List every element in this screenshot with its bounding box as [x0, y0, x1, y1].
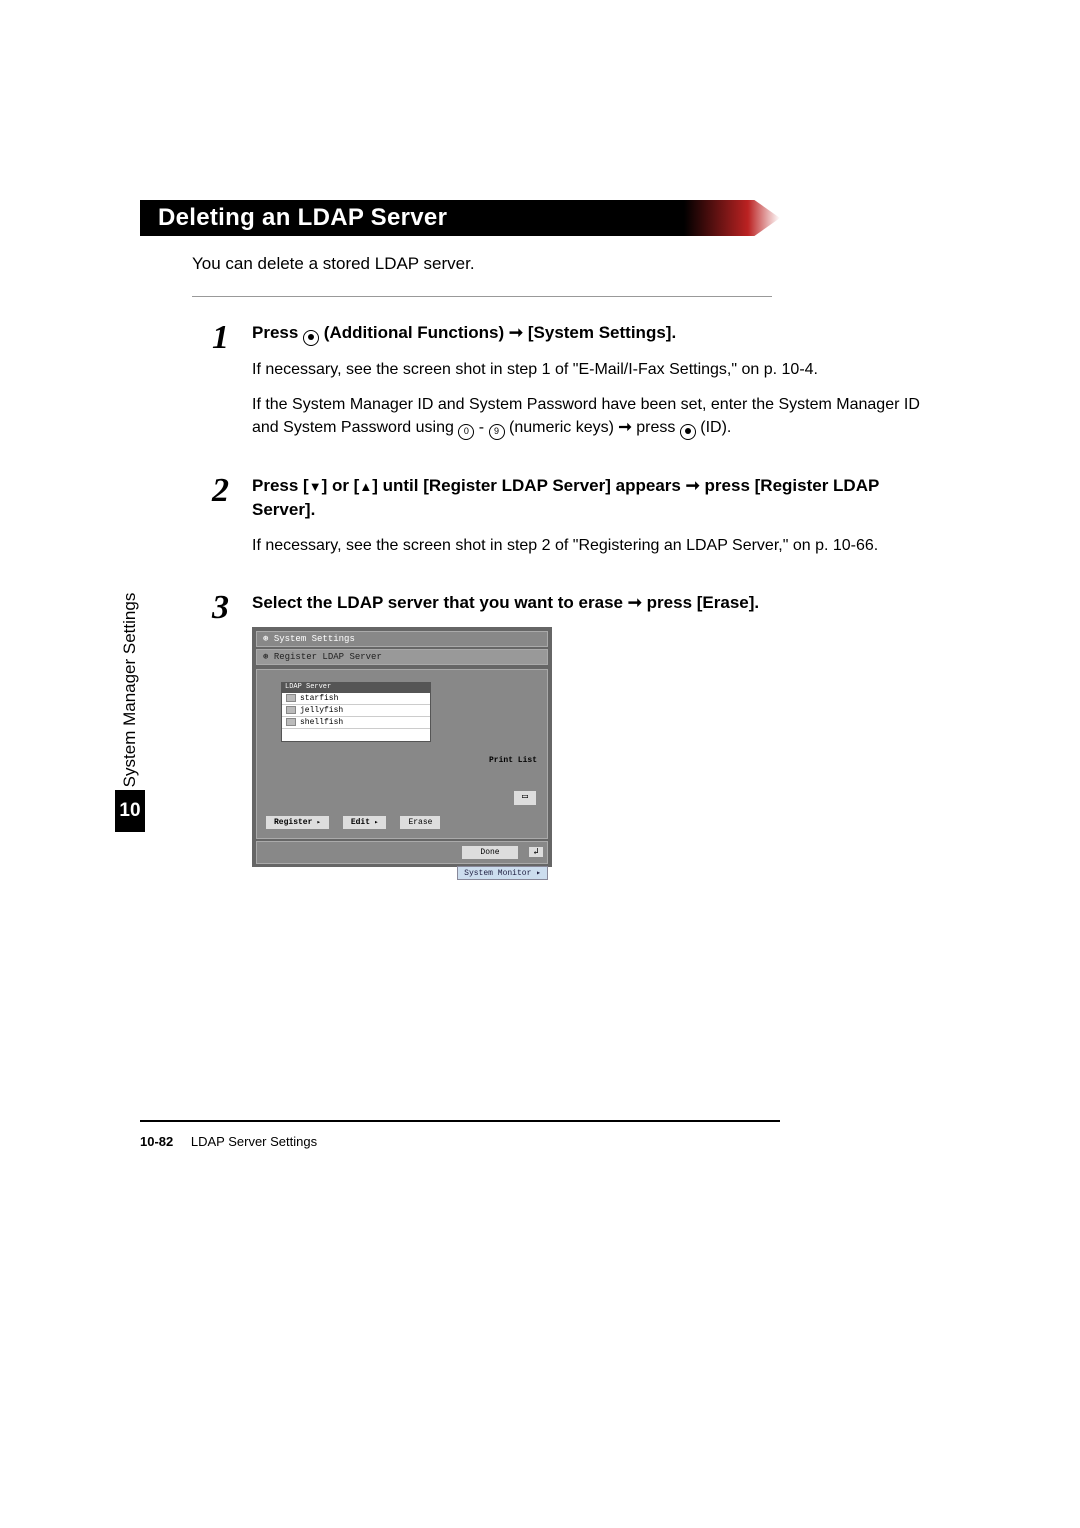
arrow-icon: ➞	[686, 476, 700, 495]
step-number: 1	[212, 321, 252, 452]
section-heading: Deleting an LDAP Server	[140, 200, 780, 236]
t: starfish	[300, 694, 338, 703]
t: jellyfish	[300, 706, 343, 715]
separator	[192, 296, 772, 297]
list-item-empty	[282, 729, 430, 741]
arrow-icon: ➞	[618, 419, 631, 436]
system-monitor-button[interactable]: System Monitor ▸	[457, 866, 548, 880]
id-key-icon	[680, 424, 696, 440]
page-number: 10-82	[140, 1134, 173, 1149]
t: shellfish	[300, 718, 343, 727]
step-body: Select the LDAP server that you want to …	[252, 591, 940, 877]
edit-button[interactable]: Edit	[342, 815, 388, 830]
footer-rule	[140, 1120, 780, 1122]
step-1-note-1: If necessary, see the screen shot in ste…	[252, 358, 930, 381]
list-item[interactable]: jellyfish	[282, 705, 430, 717]
step-1: 1 Press (Additional Functions) ➞ [System…	[212, 321, 940, 452]
t: ] or [	[322, 476, 360, 495]
ss-subtitle: ⊛ Register LDAP Server	[256, 649, 548, 665]
ss-list-label: LDAP Server	[281, 682, 431, 692]
t: [System Settings].	[528, 323, 676, 342]
erase-button[interactable]: Erase	[399, 815, 441, 830]
numeric-key-9-icon: 9	[489, 424, 505, 440]
print-list-button[interactable]: ▭	[513, 790, 537, 806]
step-1-note-2: If the System Manager ID and System Pass…	[252, 393, 930, 440]
ss-panel: LDAP Server starfish jellyfish shellfish…	[256, 669, 548, 839]
side-tab: System Manager Settings 10	[115, 580, 141, 860]
return-icon[interactable]: ↲	[528, 846, 544, 858]
t: press	[636, 419, 680, 436]
list-item[interactable]: shellfish	[282, 717, 430, 729]
page-content: Deleting an LDAP Server You can delete a…	[140, 200, 940, 899]
step-number: 2	[212, 474, 252, 569]
up-triangle-icon: ▲	[359, 479, 372, 494]
t: Press [	[252, 476, 309, 495]
t: System Monitor	[464, 869, 531, 878]
t: Select the LDAP server that you want to …	[252, 593, 628, 612]
step-body: Press (Additional Functions) ➞ [System S…	[252, 321, 940, 452]
step-2: 2 Press [▼] or [▲] until [Register LDAP …	[212, 474, 940, 569]
list-item[interactable]: starfish	[282, 693, 430, 705]
side-chapter-label: System Manager Settings	[120, 585, 140, 795]
arrow-icon: ➞	[628, 593, 642, 612]
numeric-key-0-icon: 0	[458, 424, 474, 440]
t: Press	[252, 323, 303, 342]
t: -	[479, 419, 489, 436]
t: (Additional Functions)	[324, 323, 509, 342]
step-2-note: If necessary, see the screen shot in ste…	[252, 534, 930, 557]
t: (ID).	[700, 419, 731, 436]
footer-section: LDAP Server Settings	[191, 1134, 317, 1149]
arrow-icon: ➞	[509, 323, 523, 342]
footer: 10-82 LDAP Server Settings	[140, 1134, 317, 1149]
ss-server-list: starfish jellyfish shellfish	[281, 692, 431, 742]
step-2-title: Press [▼] or [▲] until [Register LDAP Se…	[252, 474, 930, 522]
done-button[interactable]: Done	[461, 845, 518, 860]
t: ] until [Register LDAP Server] appears	[372, 476, 685, 495]
additional-functions-icon	[303, 330, 319, 346]
step-body: Press [▼] or [▲] until [Register LDAP Se…	[252, 474, 940, 569]
server-icon	[286, 706, 296, 714]
ss-window-title: ⊛ System Settings	[256, 631, 548, 647]
print-list-label: Print List	[489, 756, 537, 765]
intro-text: You can delete a stored LDAP server.	[192, 254, 940, 274]
ss-done-row: Done ↲	[256, 841, 548, 864]
t: (numeric keys)	[509, 419, 618, 436]
down-triangle-icon: ▼	[309, 479, 322, 494]
ss-monitor-row: System Monitor ▸	[256, 866, 548, 880]
step-1-title: Press (Additional Functions) ➞ [System S…	[252, 321, 930, 346]
register-button[interactable]: Register	[265, 815, 330, 830]
t: System Settings	[274, 634, 355, 644]
step-3: 3 Select the LDAP server that you want t…	[212, 591, 940, 877]
server-icon	[286, 718, 296, 726]
step-number: 3	[212, 591, 252, 877]
heading-text: Deleting an LDAP Server	[158, 200, 447, 236]
server-icon	[286, 694, 296, 702]
screenshot-register-ldap: ⊛ System Settings ⊛ Register LDAP Server…	[252, 627, 552, 867]
t: Register LDAP Server	[274, 652, 382, 662]
step-3-title: Select the LDAP server that you want to …	[252, 591, 930, 615]
ss-button-row: Register Edit Erase	[265, 815, 441, 830]
t: press [Erase].	[642, 593, 759, 612]
